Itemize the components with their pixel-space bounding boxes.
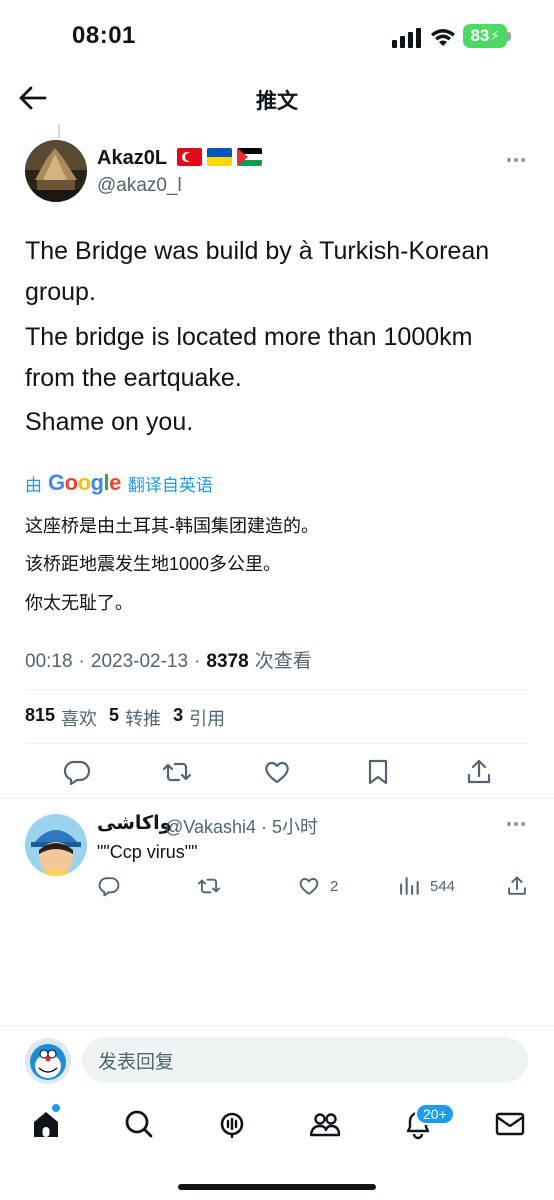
reply-like-button[interactable]: 2	[298, 875, 338, 897]
translation-suffix: 翻译自英语	[127, 475, 213, 495]
cellular-signal-icon	[392, 28, 421, 48]
reply-time: · 5小时	[261, 817, 319, 837]
reply-author-handle[interactable]: @Vakashi4 · 5小时	[165, 813, 318, 839]
likes-stat[interactable]: 815 喜欢	[25, 705, 97, 731]
tweet-text-paragraph: Shame on you.	[25, 408, 194, 436]
status-time: 08:01	[72, 22, 136, 49]
tweet-time: 00:18	[25, 651, 73, 672]
home-indicator	[178, 1184, 376, 1190]
quotes-count: 3	[173, 705, 184, 725]
meta-separator: ·	[78, 651, 85, 672]
tweet-meta: 00:18 · 2023-02-13 · 8378 次查看	[25, 646, 312, 673]
quotes-stat[interactable]: 3 引用	[173, 705, 225, 731]
reply-views-button[interactable]: 544	[398, 875, 455, 897]
divider	[25, 689, 529, 690]
battery-indicator: 83 ⚡	[463, 24, 507, 48]
retweet-icon[interactable]	[163, 758, 191, 786]
translation-attribution[interactable]: 由 Google 翻译自英语	[25, 470, 213, 496]
translated-line: 你太无耻了。	[25, 593, 133, 613]
reply-view-count: 544	[430, 877, 456, 895]
google-logo: Google	[48, 470, 121, 495]
reply-reply-icon[interactable]	[98, 875, 120, 897]
quotes-label: 引用	[189, 709, 226, 729]
author-flags	[177, 148, 262, 166]
reply-more-options-icon[interactable]	[506, 821, 526, 827]
reply-like-count: 2	[330, 877, 339, 895]
notifications-badge: 20+	[415, 1103, 455, 1125]
retweets-stat[interactable]: 5 转推	[109, 705, 161, 731]
thread-line	[58, 124, 60, 138]
reply-author-avatar[interactable]	[25, 814, 87, 876]
reply-text: ""Ccp virus""	[97, 842, 198, 862]
divider	[25, 743, 529, 744]
more-options-icon[interactable]	[506, 157, 526, 163]
translation-prefix: 由	[25, 475, 42, 495]
home-icon[interactable]	[30, 1108, 62, 1140]
share-icon[interactable]	[465, 758, 493, 786]
translated-line: 这座桥是由土耳其-韩国集团建造的。	[25, 516, 319, 536]
reply-icon[interactable]	[63, 758, 91, 786]
ukraine-flag-icon	[207, 148, 232, 166]
messages-envelope-icon[interactable]	[494, 1108, 526, 1140]
battery-cap	[507, 32, 511, 41]
tweet-date: 2023-02-13	[90, 651, 189, 672]
tweet-text-paragraph: The Bridge was build by à Turkish-Korean…	[25, 237, 490, 306]
meta-separator: ·	[194, 651, 201, 672]
like-heart-icon[interactable]	[263, 758, 291, 786]
author-handle[interactable]: @akaz0_l	[97, 175, 182, 197]
page-title: 推文	[256, 90, 298, 113]
tweet-text-paragraph: The bridge is located more than 1000km f…	[25, 323, 473, 392]
wifi-icon	[431, 29, 455, 46]
palestine-flag-icon	[237, 148, 262, 166]
turkey-flag-icon	[177, 148, 202, 166]
bookmark-icon[interactable]	[364, 758, 392, 786]
reply-share-icon[interactable]	[506, 875, 528, 897]
view-count: 8378	[206, 651, 249, 672]
analytics-bars-icon	[400, 877, 419, 895]
current-user-avatar[interactable]	[25, 1038, 71, 1084]
retweets-label: 转推	[125, 709, 162, 729]
retweets-count: 5	[109, 705, 120, 725]
battery-level: 83	[470, 26, 490, 45]
reply-retweet-icon[interactable]	[198, 875, 220, 897]
divider	[0, 798, 554, 799]
reply-author-name[interactable]: واكاشى	[97, 812, 171, 835]
view-label: 次查看	[254, 651, 312, 672]
divider	[0, 1025, 554, 1026]
engagement-stats: 815 喜欢 5 转推 3 引用	[25, 705, 225, 731]
search-icon[interactable]	[123, 1108, 155, 1140]
author-avatar[interactable]	[25, 140, 87, 202]
reply-compose-input[interactable]: 发表回复	[82, 1037, 528, 1083]
likes-label: 喜欢	[61, 709, 98, 729]
charging-bolt-icon: ⚡	[490, 28, 500, 43]
communities-icon[interactable]	[309, 1108, 341, 1140]
likes-count: 815	[25, 705, 56, 725]
spaces-icon[interactable]	[216, 1108, 248, 1140]
reply-like-heart-icon	[299, 877, 319, 895]
author-name[interactable]: Akaz0L	[97, 147, 167, 170]
reply-handle-text: @Vakashi4	[165, 817, 256, 837]
translated-line: 该桥距地震发生地1000多公里。	[25, 554, 282, 574]
home-unread-dot	[52, 1104, 60, 1112]
